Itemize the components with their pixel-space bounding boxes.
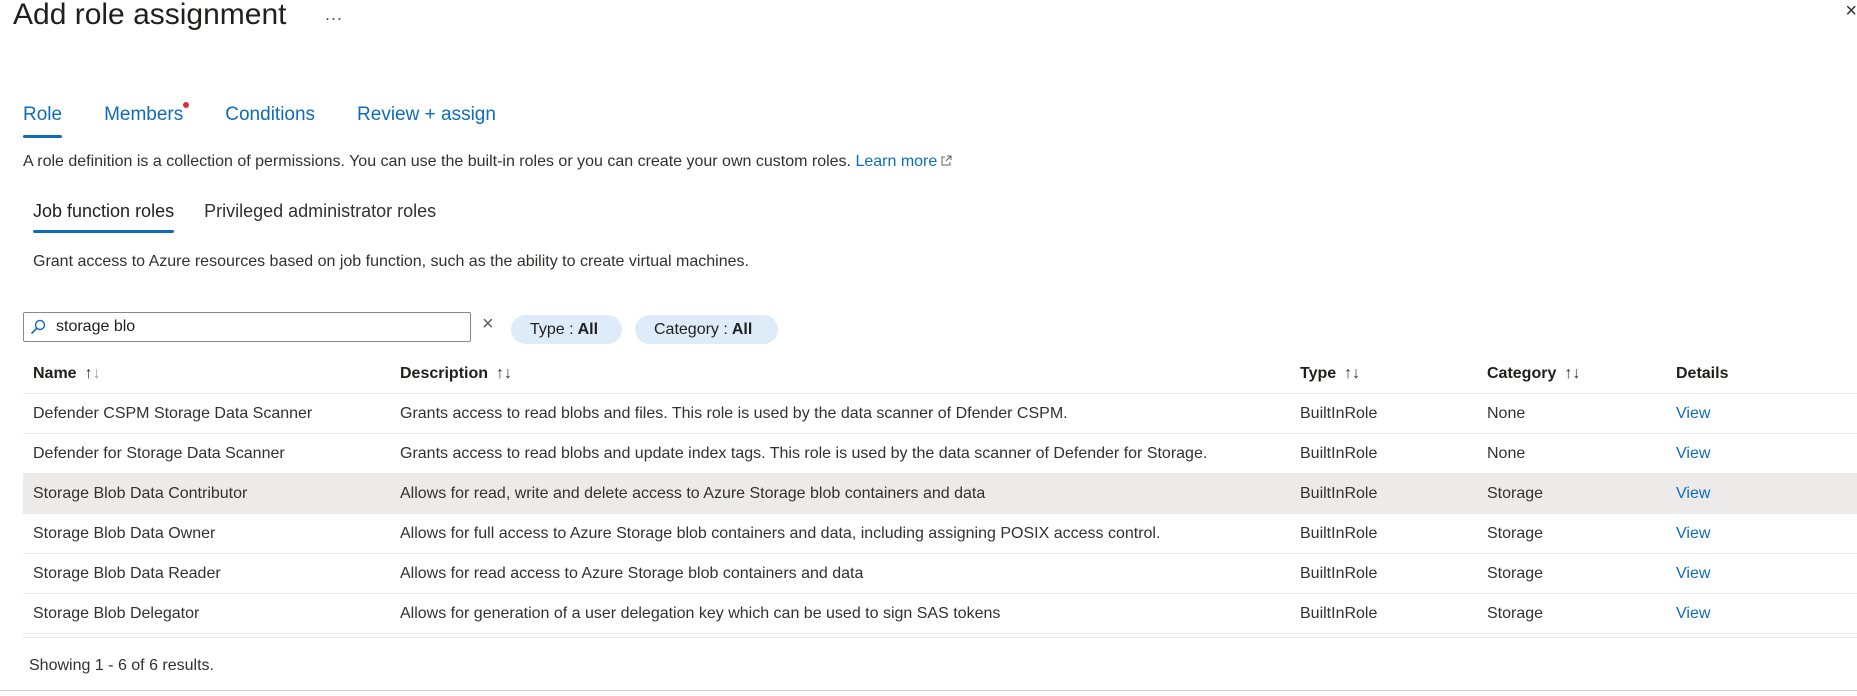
table-row[interactable]: Storage Blob Data Reader Allows for read… (23, 553, 1857, 594)
tab-job-function-roles[interactable]: Job function roles (33, 201, 175, 233)
role-category: Storage (1477, 553, 1666, 594)
category-filter-pill[interactable]: Category : All (635, 315, 778, 344)
role-type: BuiltInRole (1290, 473, 1477, 514)
search-box[interactable] (23, 312, 471, 342)
role-description: Allows for generation of a user delegati… (390, 593, 1290, 634)
column-header-category[interactable]: Category ↑↓ (1477, 355, 1666, 394)
role-type: BuiltInRole (1290, 393, 1477, 434)
results-count: Showing 1 - 6 of 6 results. (29, 657, 214, 674)
role-type-tabs: Job function roles Privileged administra… (33, 201, 466, 233)
view-details-link[interactable]: View (1676, 525, 1710, 542)
more-options-icon[interactable]: ... (325, 4, 343, 25)
tab-conditions[interactable]: Conditions (225, 104, 315, 138)
table-row-selected[interactable]: Storage Blob Data Contributor Allows for… (23, 473, 1857, 514)
role-category: Storage (1477, 593, 1666, 634)
role-description: Allows for full access to Azure Storage … (390, 513, 1290, 554)
view-details-link[interactable]: View (1676, 605, 1710, 622)
wizard-tabs: Role Members Conditions Review + assign (23, 102, 538, 138)
view-details-link[interactable]: View (1676, 485, 1710, 502)
search-input[interactable] (54, 317, 458, 337)
role-name: Storage Blob Data Owner (23, 513, 390, 554)
column-header-type[interactable]: Type ↑↓ (1290, 355, 1477, 394)
divider (23, 637, 1857, 638)
column-header-name[interactable]: Name ↑↓ (23, 355, 390, 394)
job-function-description: Grant access to Azure resources based on… (33, 253, 749, 270)
role-type: BuiltInRole (1290, 553, 1477, 594)
tab-role[interactable]: Role (23, 104, 63, 138)
sort-icon[interactable]: ↑↓ (85, 365, 101, 382)
table-row[interactable]: Defender CSPM Storage Data Scanner Grant… (23, 393, 1857, 434)
role-name: Defender CSPM Storage Data Scanner (23, 393, 390, 434)
role-description: Grants access to read blobs and update i… (390, 433, 1290, 474)
table-row[interactable]: Defender for Storage Data Scanner Grants… (23, 433, 1857, 474)
sort-icon[interactable]: ↑↓ (496, 365, 512, 382)
role-category: Storage (1477, 513, 1666, 554)
role-name: Storage Blob Data Contributor (23, 473, 390, 514)
tab-privileged-admin-roles[interactable]: Privileged administrator roles (204, 201, 436, 233)
divider (0, 690, 1857, 691)
roles-table: Name ↑↓ Description ↑↓ Type ↑↓ Category ↑↓ D… (23, 355, 1857, 634)
search-icon (31, 319, 46, 334)
role-category: None (1477, 393, 1666, 434)
table-header-row: Name ↑↓ Description ↑↓ Type ↑↓ Category ↑↓ D… (23, 355, 1857, 394)
role-type: BuiltInRole (1290, 433, 1477, 474)
role-description: Allows for read, write and delete access… (390, 473, 1290, 514)
required-indicator-icon (183, 102, 190, 108)
tab-members[interactable]: Members (104, 102, 190, 138)
close-icon[interactable]: × (1845, 0, 1857, 23)
clear-search-icon[interactable]: × (482, 313, 494, 336)
tab-review-assign[interactable]: Review + assign (357, 104, 496, 138)
role-name: Storage Blob Delegator (23, 593, 390, 634)
role-name: Defender for Storage Data Scanner (23, 433, 390, 474)
role-type: BuiltInRole (1290, 593, 1477, 634)
table-row[interactable]: Storage Blob Delegator Allows for genera… (23, 593, 1857, 634)
role-type: BuiltInRole (1290, 513, 1477, 554)
column-header-details: Details (1666, 355, 1857, 394)
role-category: Storage (1477, 473, 1666, 514)
view-details-link[interactable]: View (1676, 565, 1710, 582)
external-link-icon (941, 155, 952, 166)
column-header-description[interactable]: Description ↑↓ (390, 355, 1290, 394)
role-description: Allows for read access to Azure Storage … (390, 553, 1290, 594)
learn-more-link[interactable]: Learn more (855, 153, 952, 170)
role-name: Storage Blob Data Reader (23, 553, 390, 594)
role-category: None (1477, 433, 1666, 474)
page-title: Add role assignment (13, 0, 287, 31)
type-filter-pill[interactable]: Type : All (511, 315, 622, 344)
view-details-link[interactable]: View (1676, 445, 1710, 462)
sort-icon[interactable]: ↑↓ (1564, 365, 1580, 382)
sort-icon[interactable]: ↑↓ (1344, 365, 1360, 382)
view-details-link[interactable]: View (1676, 405, 1710, 422)
table-row[interactable]: Storage Blob Data Owner Allows for full … (23, 513, 1857, 554)
role-definition-description: A role definition is a collection of per… (23, 153, 952, 171)
role-description: Grants access to read blobs and files. T… (390, 393, 1290, 434)
